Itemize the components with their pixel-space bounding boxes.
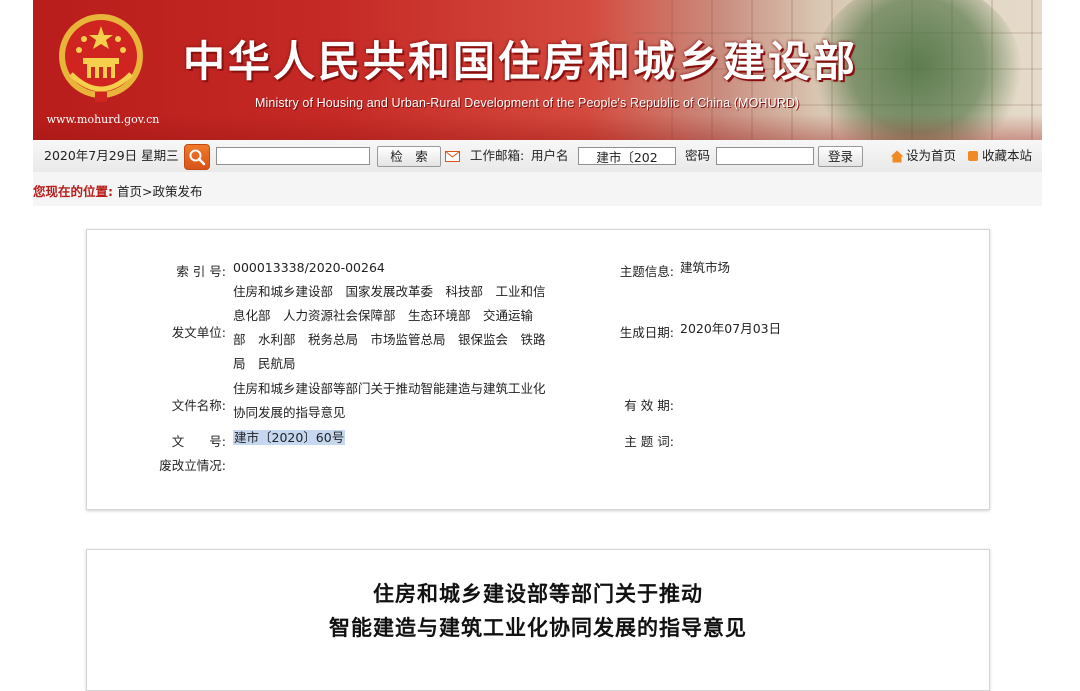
current-date: 2020年7月29日 星期三 bbox=[44, 140, 179, 172]
filename-line: 协同发展的指导意见 bbox=[233, 405, 346, 420]
article-title-line2: 智能建造与建筑工业化协同发展的指导意见 bbox=[329, 616, 747, 640]
date-text: 2020年7月29日 bbox=[44, 148, 138, 163]
username-input[interactable] bbox=[578, 147, 676, 165]
banner-shade bbox=[33, 114, 1042, 140]
username-label: 用户名 bbox=[531, 148, 569, 163]
set-home-link[interactable]: 设为首页 bbox=[906, 140, 956, 172]
topic-label: 主题信息: bbox=[619, 264, 674, 279]
topic-value: 建筑市场 bbox=[680, 260, 731, 275]
bookmark-icon bbox=[968, 151, 978, 161]
breadcrumb-label: 您现在的位置: bbox=[33, 184, 113, 199]
issuer-line: 住房和城乡建设部 国家发展改革委 科技部 工业和信 bbox=[233, 284, 546, 299]
issuer-line: 局 民航局 bbox=[233, 356, 296, 371]
issuer-line: 息化部 人力资源社会保障部 生态环境部 交通运输 bbox=[233, 308, 534, 323]
filename-line: 住房和城乡建设部等部门关于推动智能建造与建筑工业化 bbox=[233, 381, 546, 396]
index-value: 000013338/2020-00264 bbox=[233, 260, 385, 275]
document-info-panel: 索 引 号: 000013338/2020-00264 主题信息: 建筑市场 发… bbox=[86, 229, 990, 510]
validity-label: 有 效 期: bbox=[624, 398, 674, 413]
bookmark-link[interactable]: 收藏本站 bbox=[982, 140, 1032, 172]
breadcrumb-path[interactable]: 首页>政策发布 bbox=[117, 172, 202, 212]
national-emblem-icon bbox=[59, 14, 143, 102]
ministry-title-en: Ministry of Housing and Urban-Rural Deve… bbox=[255, 96, 800, 110]
date-label: 生成日期: bbox=[619, 325, 674, 340]
search-input[interactable] bbox=[216, 147, 370, 165]
ministry-title-cn: 中华人民共和国住房和城乡建设部 bbox=[183, 37, 859, 86]
article-title-line1: 住房和城乡建设部等部门关于推动 bbox=[373, 582, 703, 606]
article-panel: 住房和城乡建设部等部门关于推动 智能建造与建筑工业化协同发展的指导意见 bbox=[86, 549, 990, 691]
site-url: www.mohurd.gov.cn bbox=[46, 113, 160, 126]
docno-highlight: 建市〔2020〕60号 bbox=[233, 430, 346, 445]
status-label: 废改立情况: bbox=[159, 458, 226, 473]
search-icon[interactable] bbox=[184, 144, 210, 170]
issuer-line: 部 水利部 税务总局 市场监管总局 银保监会 铁路 bbox=[233, 332, 546, 347]
weekday-text: 星期三 bbox=[141, 148, 179, 163]
date-value: 2020年07月03日 bbox=[680, 321, 782, 336]
password-label: 密码 bbox=[685, 148, 711, 163]
breadcrumb: 您现在的位置: 首页>政策发布 bbox=[33, 172, 1042, 206]
filename-label: 文件名称: bbox=[171, 398, 226, 413]
site-banner: www.mohurd.gov.cn 中华人民共和国住房和城乡建设部 Minist… bbox=[33, 0, 1042, 140]
top-toolbar: 2020年7月29日 星期三 检 索 工作邮箱: 用户名 密码 登录 设为首页 … bbox=[33, 140, 1042, 173]
index-label: 索 引 号: bbox=[176, 264, 226, 279]
docno-label: 文 号: bbox=[171, 434, 226, 449]
mail-label: 工作邮箱: bbox=[470, 148, 525, 163]
home-icon bbox=[890, 150, 904, 163]
login-button[interactable]: 登录 bbox=[818, 146, 863, 167]
issuer-label: 发文单位: bbox=[171, 325, 226, 340]
password-input[interactable] bbox=[716, 147, 814, 165]
search-button[interactable]: 检 索 bbox=[377, 146, 441, 167]
docno-value: 建市〔2020〕60号 bbox=[233, 426, 346, 450]
mail-icon bbox=[445, 151, 460, 162]
keywords-label: 主 题 词: bbox=[624, 434, 674, 449]
